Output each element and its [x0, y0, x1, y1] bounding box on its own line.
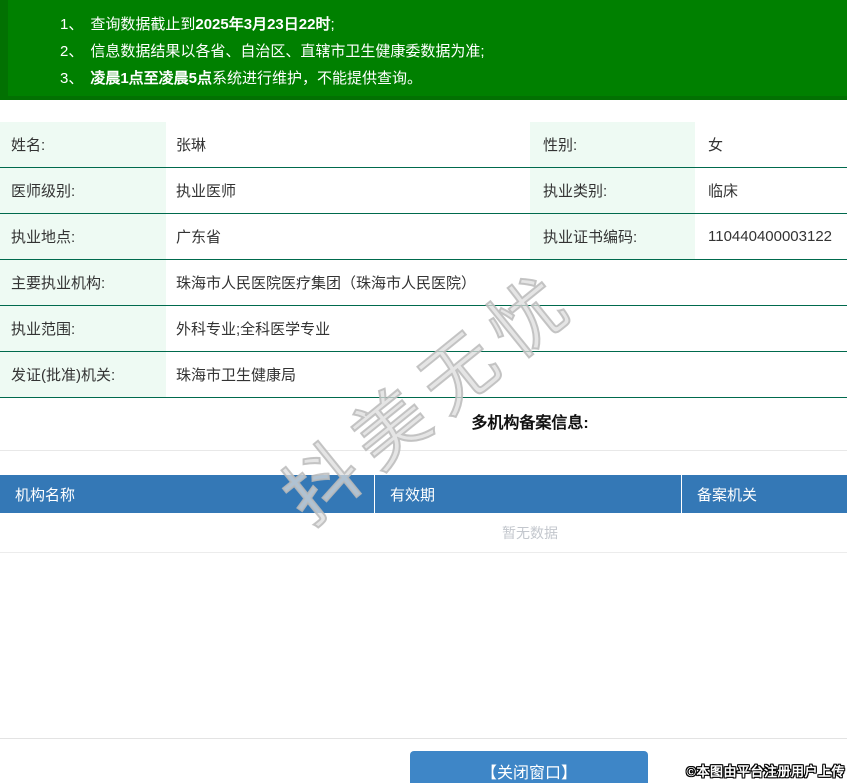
field-value-doctor-level: 执业医师: [166, 168, 530, 213]
table-row: 姓名: 张琳 性别: 女: [0, 122, 847, 168]
field-value-practice-scope: 外科专业;全科医学专业: [166, 306, 847, 351]
table-row: 执业范围: 外科专业;全科医学专业: [0, 306, 847, 352]
notice-line-bold: 2025年3月23日22时: [195, 11, 330, 38]
field-label-issuing-authority: 发证(批准)机关:: [0, 352, 166, 397]
filing-table-empty-message: 暂无数据: [0, 513, 847, 553]
field-label-gender: 性别:: [530, 122, 695, 167]
field-label-certificate-number: 执业证书编码:: [530, 214, 695, 259]
filing-section-title: 多机构备案信息:: [0, 410, 847, 438]
close-window-button[interactable]: 【关闭窗口】: [410, 751, 648, 783]
section-divider: [0, 450, 847, 451]
notice-line-text: 信息数据结果以各省、自治区、直辖市卫生健康委数据为准;: [90, 38, 484, 65]
field-value-name: 张琳: [166, 122, 530, 167]
field-label-doctor-level: 医师级别:: [0, 168, 166, 213]
field-value-certificate-number: 110440400003122: [695, 214, 847, 259]
notice-line-1: 1、 查询数据截止到 2025年3月23日22时 ;: [60, 11, 837, 38]
column-header-filing-authority: 备案机关: [682, 475, 847, 513]
notice-banner: 1、 查询数据截止到 2025年3月23日22时 ; 2、 信息数据结果以各省、…: [0, 0, 847, 100]
table-row: 医师级别: 执业医师 执业类别: 临床: [0, 168, 847, 214]
field-value-practice-location: 广东省: [166, 214, 530, 259]
notice-line-number: 3、: [60, 65, 83, 92]
notice-line-3: 3、 凌晨1点至凌晨5点 系统进行维护，不能提供查询。: [60, 65, 837, 92]
field-value-issuing-authority: 珠海市卫生健康局: [166, 352, 847, 397]
table-row: 执业地点: 广东省 执业证书编码: 110440400003122: [0, 214, 847, 260]
column-header-institution-name: 机构名称: [0, 475, 375, 513]
field-label-practice-location: 执业地点:: [0, 214, 166, 259]
field-label-practice-category: 执业类别:: [530, 168, 695, 213]
notice-line-text: ;: [330, 11, 334, 38]
footer-divider: [0, 738, 847, 739]
column-header-validity-period: 有效期: [375, 475, 682, 513]
notice-line-2: 2、 信息数据结果以各省、自治区、直辖市卫生健康委数据为准;: [60, 38, 837, 65]
field-value-main-institution: 珠海市人民医院医疗集团（珠海市人民医院）: [166, 260, 847, 305]
field-label-practice-scope: 执业范围:: [0, 306, 166, 351]
filing-table-header: 机构名称 有效期 备案机关: [0, 475, 847, 513]
table-row: 主要执业机构: 珠海市人民医院医疗集团（珠海市人民医院）: [0, 260, 847, 306]
field-label-name: 姓名:: [0, 122, 166, 167]
notice-line-number: 2、: [60, 38, 83, 65]
notice-line-bold: 凌晨1点至凌晨5点: [90, 65, 212, 92]
field-label-main-institution: 主要执业机构:: [0, 260, 166, 305]
practitioner-info-table: 姓名: 张琳 性别: 女 医师级别: 执业医师 执业类别: 临床 执业地点: 广…: [0, 122, 847, 398]
page-content: 姓名: 张琳 性别: 女 医师级别: 执业医师 执业类别: 临床 执业地点: 广…: [0, 122, 847, 553]
field-value-gender: 女: [695, 122, 847, 167]
table-row: 发证(批准)机关: 珠海市卫生健康局: [0, 352, 847, 398]
notice-line-number: 1、: [60, 11, 83, 38]
notice-line-text: 系统进行维护，不能提供查询。: [212, 65, 422, 92]
copyright-stamp: ©本图由平台注册用户上传: [686, 761, 845, 780]
notice-line-text: 查询数据截止到: [90, 11, 195, 38]
field-value-practice-category: 临床: [695, 168, 847, 213]
